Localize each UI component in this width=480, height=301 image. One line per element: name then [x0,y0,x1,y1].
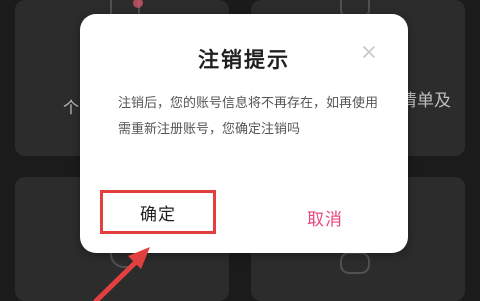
confirm-button[interactable]: 确定 [100,190,216,234]
logout-confirm-dialog: 注销提示 注销后，您的账号信息将不再存在，如再使用需重新注册账号，您确定注销吗 … [80,14,408,253]
background-card-label: 个 [63,98,80,117]
cancel-button[interactable]: 取消 [285,204,365,230]
close-icon[interactable] [361,44,377,60]
background-card-icon [340,252,370,274]
dialog-message: 注销后，您的账号信息将不再存在，如再使用需重新注册账号，您确定注销吗 [118,96,379,137]
app-screen: 个 清单及 注销提示 注销后，您的账号信息将不再存在，如再使用需重新注册账号，您… [0,0,480,301]
dialog-title: 注销提示 [198,48,290,72]
